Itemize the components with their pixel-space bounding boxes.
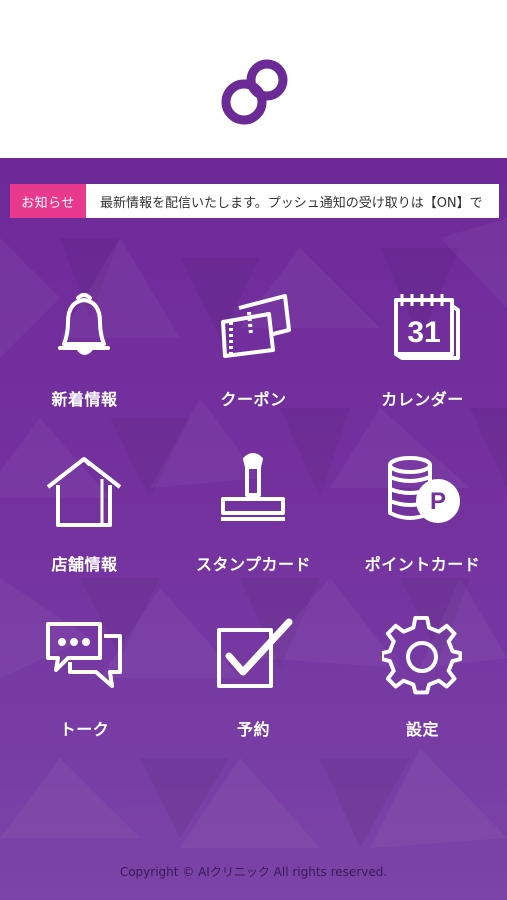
checkbox-icon xyxy=(217,618,293,688)
menu-label-coupon: クーポン xyxy=(220,390,287,409)
stamp-icon xyxy=(221,453,285,521)
calendar-icon: 31 xyxy=(394,294,460,360)
copyright-footer: Copyright © AIクリニック All rights reserved. xyxy=(119,865,388,879)
menu-item-talk[interactable]: トーク xyxy=(0,616,169,766)
menu-label-talk: トーク xyxy=(59,720,110,739)
calendar-day: 31 xyxy=(407,316,440,349)
menu-label-pointcard: ポイントカード xyxy=(364,555,481,574)
notice-bar[interactable]: お知らせ 最新情報を配信いたします。プッシュ通知の受け取りは【ON】で xyxy=(10,184,499,218)
coupon-icon xyxy=(221,294,291,358)
notice-label: お知らせ xyxy=(10,184,86,218)
menu-item-reservation[interactable]: 予約 xyxy=(169,616,338,766)
menu-item-pointcard[interactable]: P ポイントカード xyxy=(338,451,507,601)
menu-item-stampcard[interactable]: スタンプカード xyxy=(169,451,338,601)
point-badge: P xyxy=(430,488,446,515)
gear-icon xyxy=(382,616,462,695)
menu-item-settings[interactable]: 設定 xyxy=(338,616,507,766)
menu-item-coupon[interactable]: クーポン xyxy=(169,286,338,436)
notice-text: 最新情報を配信いたします。プッシュ通知の受け取りは【ON】で xyxy=(100,195,483,211)
menu-item-news[interactable]: 新着情報 xyxy=(0,286,169,436)
app-header xyxy=(0,0,507,158)
menu-label-news: 新着情報 xyxy=(51,390,118,409)
main-menu-panel: お知らせ 最新情報を配信いたします。プッシュ通知の受け取りは【ON】で 新着情報… xyxy=(0,158,507,900)
menu-label-calendar: カレンダー xyxy=(381,390,464,409)
menu-label-store: 店舗情報 xyxy=(51,555,118,574)
menu-item-store[interactable]: 店舗情報 xyxy=(0,451,169,601)
menu-label-reservation: 予約 xyxy=(236,720,270,739)
app-logo xyxy=(221,59,288,125)
chat-icon xyxy=(46,622,122,688)
house-icon xyxy=(46,457,122,527)
menu-label-stampcard: スタンプカード xyxy=(195,555,312,574)
coins-icon: P xyxy=(388,456,460,523)
bell-icon xyxy=(58,293,110,355)
menu-label-settings: 設定 xyxy=(405,720,439,739)
menu-item-calendar[interactable]: 31 カレンダー xyxy=(338,286,507,436)
